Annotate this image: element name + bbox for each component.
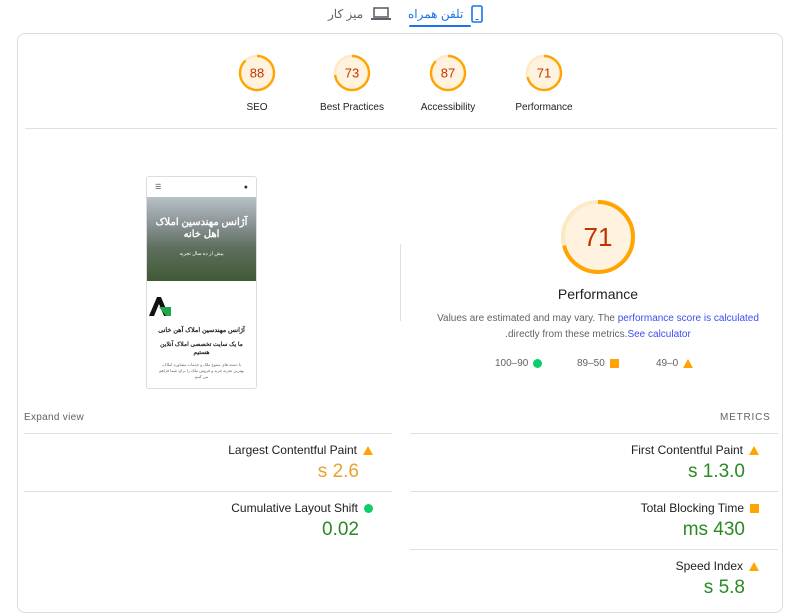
score-calculation-link[interactable]: performance score is calculated <box>618 313 759 324</box>
device-tabs: میز کار تلفن همراه <box>0 0 800 30</box>
row-divider <box>24 433 392 434</box>
performance-title: Performance <box>557 286 639 302</box>
desc-prefix: Values are estimated and may vary. The <box>437 313 615 324</box>
legend-average: 89–50 <box>577 358 619 369</box>
average-triangle-icon <box>749 445 759 455</box>
phone-icon <box>471 5 484 23</box>
see-calculator-link[interactable]: See calculator <box>627 329 690 340</box>
metric-value: ms 430 <box>682 519 745 540</box>
performance-score: 71 <box>584 222 613 252</box>
menu-icon: ☰ <box>155 184 162 191</box>
gauge-accessibility[interactable]: 87 Accessibility <box>398 53 498 113</box>
legend-poor-label: 49–0 <box>656 358 679 369</box>
pass-circle-icon <box>364 503 373 513</box>
performance-gauge: 71 <box>561 200 635 274</box>
metric-value: s 5.8 <box>703 577 745 598</box>
legend-poor: 49–0 <box>656 358 694 369</box>
row-divider <box>410 549 778 550</box>
metric-name: Cumulative Layout Shift <box>231 501 358 515</box>
gauge-best-practices[interactable]: 73 Best Practices <box>302 53 402 113</box>
row-divider <box>410 491 778 492</box>
metric-name: First Contentful Paint <box>630 443 743 457</box>
metric-cls: Cumulative Layout Shift 0.02 <box>73 501 373 541</box>
tab-mobile-label: تلفن همراه <box>408 7 464 21</box>
tab-active-indicator <box>409 25 471 27</box>
preview-site-body: با دسته های متنوع ملک و خدمات مشاوره امل… <box>159 362 244 379</box>
tab-desktop-label: میز کار <box>328 7 364 21</box>
metric-name: Largest Contentful Paint <box>228 443 357 457</box>
gauge-label: Best Practices <box>320 102 384 113</box>
legend-average-label: 89–50 <box>577 358 605 369</box>
metric-tbt: Total Blocking Time ms 430 <box>459 501 759 541</box>
laptop-icon <box>371 7 392 20</box>
gauge-performance[interactable]: 71 Performance <box>494 53 594 113</box>
metrics-header: METRICS <box>720 412 771 423</box>
row-divider <box>410 433 778 434</box>
tab-desktop[interactable]: میز کار <box>328 0 392 28</box>
gauge-ring: 88 <box>238 54 276 92</box>
tab-mobile[interactable]: تلفن همراه <box>408 0 484 28</box>
site-logo-icon <box>149 297 171 316</box>
gauge-label: Performance <box>515 102 573 113</box>
metric-name: Total Blocking Time <box>640 501 744 515</box>
gauge-ring: 71 <box>525 54 563 92</box>
preview-hero-subtitle: بیش از ده سال تجربه <box>179 251 224 257</box>
preview-hero-title: آژانس مهندسین املاک اهل خانه <box>155 217 248 240</box>
preview-topbar: ☰ ● <box>147 177 256 197</box>
gauge-score: 87 <box>441 66 455 81</box>
gauge-ring: 73 <box>333 54 371 92</box>
average-triangle-icon <box>749 561 759 571</box>
metric-value: s 2.6 <box>317 461 359 482</box>
gauge-score: 71 <box>537 66 551 81</box>
desc-mid: directly from these metrics. <box>507 329 628 340</box>
user-icon: ● <box>243 183 248 191</box>
metric-lcp: Largest Contentful Paint s 2.6 <box>73 443 373 483</box>
gauge-label: SEO <box>246 102 268 113</box>
expand-view-toggle[interactable]: Expand view <box>24 412 84 423</box>
legend-good: 100–90 <box>495 358 543 369</box>
gauge-ring: 87 <box>429 54 467 92</box>
preview-site-subtitle: ما یک سایت تخصصی املاک آنلاین هستیم <box>160 342 243 356</box>
gauge-score: 88 <box>250 66 264 81</box>
metric-value: s 1.3.0 <box>687 461 745 482</box>
row-divider <box>24 491 392 492</box>
performance-description: Values are estimated and may vary. The p… <box>418 311 778 343</box>
gauge-seo[interactable]: 88 SEO <box>207 53 307 113</box>
legend-good-label: 100–90 <box>495 358 529 369</box>
average-square-icon <box>609 359 619 368</box>
metric-speed-index: Speed Index s 5.8 <box>459 559 759 599</box>
metric-name: Speed Index <box>675 559 743 573</box>
fail-triangle-icon <box>683 359 694 368</box>
gauge-label: Accessibility <box>420 102 476 113</box>
metric-fcp: First Contentful Paint s 1.3.0 <box>459 443 759 483</box>
preview-site-title: آژانس مهندسین املاک آهن خانی <box>158 327 245 334</box>
preview-hero: آژانس مهندسین املاک اهل خانه بیش از ده س… <box>147 197 256 281</box>
metric-value: 0.02 <box>322 519 359 540</box>
page-screenshot-preview: ☰ ● آژانس مهندسین املاک اهل خانه بیش از … <box>146 176 257 389</box>
average-square-icon <box>750 503 759 513</box>
summary-divider <box>25 128 777 129</box>
average-triangle-icon <box>363 445 373 455</box>
pass-circle-icon <box>533 359 543 368</box>
vertical-separator <box>400 244 401 321</box>
gauge-score: 73 <box>345 66 359 81</box>
